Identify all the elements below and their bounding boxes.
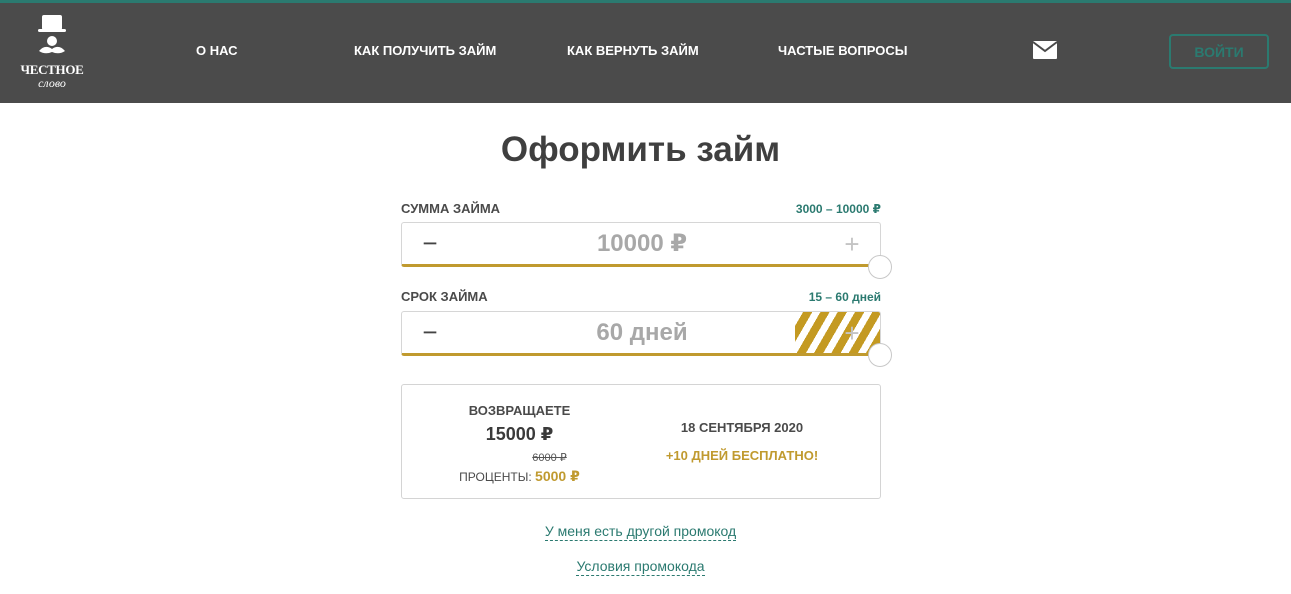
brand-subname: слово: [38, 76, 66, 90]
return-amount: 15000 ₽: [485, 424, 554, 444]
term-value: 60 дней: [596, 319, 688, 346]
promocode-conditions-text[interactable]: Условия промокода: [576, 558, 705, 576]
other-promocode-link[interactable]: У меня есть другой промокод: [0, 523, 1281, 541]
repayment-block: ВОЗВРАЩАЕТЕ 15000 ₽ 6000 ₽ ПРОЦЕНТЫ: 500…: [442, 403, 597, 485]
term-increase-button[interactable]: +: [838, 319, 866, 347]
nav-faq[interactable]: ЧАСТЫЕ ВОПРОСЫ: [778, 43, 907, 58]
term-decrease-button[interactable]: −: [416, 318, 444, 346]
due-date: 18 СЕНТЯБРЯ 2020: [680, 420, 804, 435]
interest-value: 5000 ₽: [535, 468, 580, 484]
free-days-bonus: +10 ДНЕЙ БЕСПЛАТНО!: [665, 448, 819, 463]
nav-how-to-repay[interactable]: КАК ВЕРНУТЬ ЗАЙМ: [567, 43, 699, 58]
amount-range: 3000 – 10000 ₽: [795, 202, 881, 216]
site-header: ЧЕСТНОЕ слово О НАС КАК ПОЛУЧИТЬ ЗАЙМ КА…: [0, 3, 1291, 103]
amount-increase-button[interactable]: +: [838, 230, 866, 258]
term-slider-handle[interactable]: [868, 343, 892, 367]
interest-label: ПРОЦЕНТЫ:: [459, 470, 532, 484]
old-interest: 6000 ₽: [532, 452, 567, 464]
term-label: СРОК ЗАЙМА: [401, 289, 488, 304]
brand-name: ЧЕСТНОЕ: [20, 62, 84, 77]
login-button[interactable]: ВОЙТИ: [1169, 34, 1269, 69]
loan-summary: ВОЗВРАЩАЕТЕ 15000 ₽ 6000 ₽ ПРОЦЕНТЫ: 500…: [401, 384, 881, 499]
interest-line: ПРОЦЕНТЫ: 5000 ₽: [442, 468, 597, 485]
nav-how-to-get-loan[interactable]: КАК ПОЛУЧИТЬ ЗАЙМ: [354, 43, 496, 58]
amount-decrease-button[interactable]: −: [416, 229, 444, 257]
top-hat-mustache-icon: [38, 15, 66, 54]
promocode-conditions-link[interactable]: Условия промокода: [0, 558, 1281, 576]
term-stepper[interactable]: − 60 дней +: [401, 311, 881, 356]
other-promocode-text[interactable]: У меня есть другой промокод: [544, 523, 737, 541]
nav-about[interactable]: О НАС: [196, 43, 238, 58]
amount-slider-handle[interactable]: [868, 255, 892, 279]
term-range: 15 – 60 дней: [808, 290, 881, 304]
envelope-icon[interactable]: [1032, 40, 1058, 60]
amount-label: СУММА ЗАЙМА: [401, 201, 501, 216]
return-label: ВОЗВРАЩАЕТЕ: [468, 403, 571, 418]
amount-value: 10000 ₽: [596, 230, 688, 257]
page-title: Оформить займ: [500, 130, 781, 169]
amount-stepper[interactable]: − 10000 ₽ +: [401, 222, 881, 267]
brand-logo[interactable]: ЧЕСТНОЕ слово: [17, 11, 87, 95]
due-date-block: 18 СЕНТЯБРЯ 2020 +10 ДНЕЙ БЕСПЛАТНО!: [642, 420, 842, 463]
